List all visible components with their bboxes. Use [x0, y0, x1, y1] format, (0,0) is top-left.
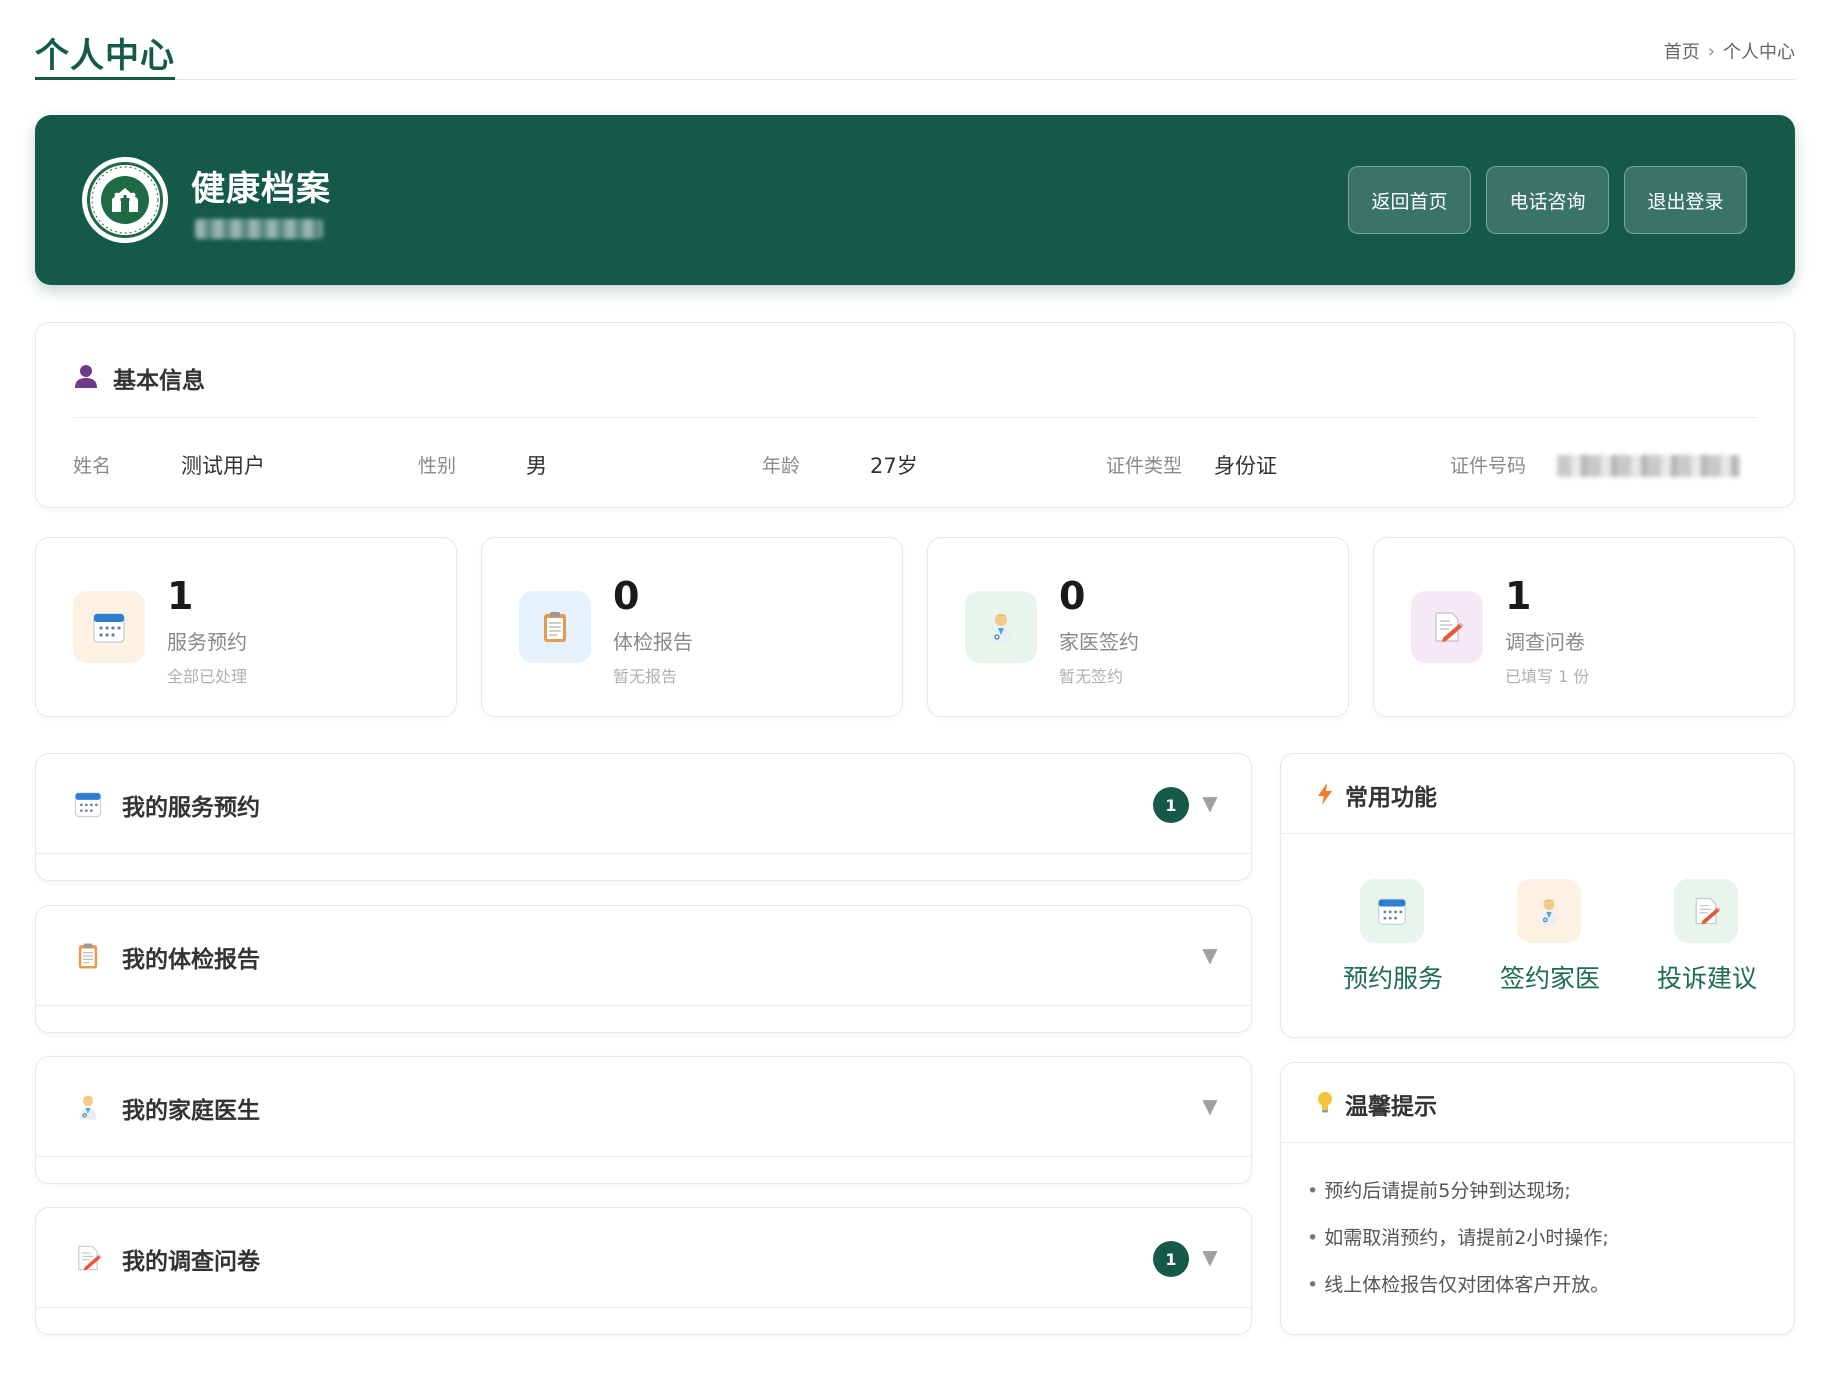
- breadcrumb-current: 个人中心: [1723, 42, 1795, 63]
- stat-note: 全部已处理: [167, 667, 248, 686]
- breadcrumb: 首页 › 个人中心: [1664, 38, 1795, 64]
- age-label: 年龄: [762, 455, 801, 477]
- memo-pencil-icon: [1411, 591, 1483, 663]
- quick-sign-doctor[interactable]: 签约家医: [1485, 879, 1615, 993]
- id-number-masked: [1557, 455, 1740, 477]
- quick-functions-title: 常用功能: [1345, 785, 1437, 811]
- chevron-down-icon[interactable]: ▼: [1199, 942, 1221, 968]
- page-title: 个人中心: [35, 28, 175, 80]
- basic-info-card: 基本信息 姓名 测试用户 性别 男 年龄 27岁 证件类型 身份证 证件号码: [35, 322, 1795, 508]
- banner-title: 健康档案: [191, 169, 331, 209]
- section-header[interactable]: 我的家庭医生 ▼: [36, 1057, 1251, 1157]
- stat-value: 1: [167, 574, 194, 618]
- memo-pencil-icon: [1674, 879, 1738, 943]
- tips-card: 温馨提示 预约后请提前5分钟到达现场; 如需取消预约，请提前2小时操作; 线上体…: [1280, 1062, 1795, 1335]
- id-type-label: 证件类型: [1106, 455, 1183, 477]
- basic-info-header: 基本信息: [73, 361, 205, 395]
- chevron-down-icon[interactable]: ▼: [1199, 790, 1221, 816]
- tip-item: 线上体检报告仅对团体客户开放。: [1307, 1262, 1609, 1309]
- section-my-surveys: 我的调查问卷 1 ▼: [35, 1207, 1252, 1335]
- section-my-family-doctor: 我的家庭医生 ▼: [35, 1056, 1252, 1184]
- stat-value: 0: [613, 574, 640, 618]
- doctor-icon: [1517, 879, 1581, 943]
- stat-label: 调查问卷: [1505, 630, 1585, 654]
- id-number-label: 证件号码: [1450, 455, 1527, 477]
- section-my-appointments: 我的服务预约 1 ▼: [35, 753, 1252, 881]
- breadcrumb-separator: ›: [1707, 40, 1715, 62]
- count-badge: 1: [1153, 1241, 1189, 1277]
- basic-info-fields: 姓名 测试用户 性别 男 年龄 27岁 证件类型 身份证 证件号码: [73, 445, 1758, 485]
- calendar-icon: [73, 591, 145, 663]
- divider: [73, 417, 1757, 418]
- stat-card-appointments[interactable]: 1 服务预约 全部已处理: [35, 537, 457, 717]
- page-header: 个人中心 首页 › 个人中心: [35, 28, 1795, 80]
- memo-pencil-icon: [72, 1242, 104, 1274]
- doctor-icon: [965, 591, 1037, 663]
- section-my-reports: 我的体检报告 ▼: [35, 905, 1252, 1033]
- quick-label: 预约服务: [1342, 964, 1443, 993]
- chevron-down-icon[interactable]: ▼: [1199, 1244, 1221, 1270]
- tips-header: 温馨提示: [1281, 1063, 1794, 1143]
- quick-functions-header: 常用功能: [1281, 754, 1794, 834]
- quick-label: 签约家医: [1499, 964, 1600, 993]
- health-record-banner: 健康档案 返回首页 电话咨询 退出登录: [35, 115, 1795, 285]
- clipboard-icon: [72, 940, 104, 972]
- stat-card-surveys[interactable]: 1 调查问卷 已填写 1 份: [1373, 537, 1795, 717]
- section-title: 我的体检报告: [122, 947, 260, 973]
- user-icon: [73, 363, 99, 393]
- age-value: 27岁: [870, 454, 918, 478]
- tips-list: 预约后请提前5分钟到达现场; 如需取消预约，请提前2小时操作; 线上体检报告仅对…: [1307, 1168, 1609, 1309]
- quick-functions-card: 常用功能 预约服务 签约家医 投诉建议: [1280, 753, 1795, 1038]
- stat-note: 暂无报告: [613, 667, 678, 686]
- section-header[interactable]: 我的体检报告 ▼: [36, 906, 1251, 1006]
- breadcrumb-home-link[interactable]: 首页: [1664, 38, 1700, 64]
- logout-button[interactable]: 退出登录: [1624, 166, 1747, 234]
- tip-item: 如需取消预约，请提前2小时操作;: [1307, 1215, 1609, 1262]
- stat-card-reports[interactable]: 0 体检报告 暂无报告: [481, 537, 903, 717]
- stat-value: 1: [1505, 574, 1532, 618]
- phone-consult-button[interactable]: 电话咨询: [1486, 166, 1609, 234]
- count-badge: 1: [1153, 787, 1189, 823]
- chevron-down-icon[interactable]: ▼: [1199, 1093, 1221, 1119]
- stat-label: 体检报告: [613, 630, 693, 654]
- section-title: 我的调查问卷: [122, 1249, 260, 1275]
- quick-label: 投诉建议: [1656, 964, 1757, 993]
- id-type-value: 身份证: [1214, 454, 1277, 478]
- section-header[interactable]: 我的服务预约 1 ▼: [36, 754, 1251, 854]
- section-header[interactable]: 我的调查问卷 1 ▼: [36, 1208, 1251, 1308]
- banner-actions: 返回首页 电话咨询 退出登录: [1348, 166, 1747, 234]
- gender-label: 性别: [418, 455, 457, 477]
- basic-info-title: 基本信息: [113, 368, 205, 394]
- quick-complaint[interactable]: 投诉建议: [1642, 879, 1772, 993]
- calendar-icon: [1360, 879, 1424, 943]
- stat-note: 已填写 1 份: [1505, 667, 1590, 686]
- clipboard-icon: [519, 591, 591, 663]
- community-health-center-logo-icon: [82, 157, 168, 243]
- quick-book-service[interactable]: 预约服务: [1328, 879, 1458, 993]
- tip-item: 预约后请提前5分钟到达现场;: [1307, 1168, 1609, 1215]
- name-value: 测试用户: [181, 454, 265, 478]
- stat-note: 暂无签约: [1059, 667, 1124, 686]
- calendar-icon: [72, 788, 104, 820]
- gender-value: 男: [526, 454, 547, 478]
- stat-card-family-doctor[interactable]: 0 家医签约 暂无签约: [927, 537, 1349, 717]
- tips-title: 温馨提示: [1345, 1094, 1437, 1120]
- lightning-icon: [1313, 782, 1337, 806]
- back-home-button[interactable]: 返回首页: [1348, 166, 1471, 234]
- section-title: 我的家庭医生: [122, 1098, 260, 1124]
- lightbulb-icon: [1313, 1091, 1337, 1115]
- doctor-icon: [72, 1091, 104, 1123]
- stat-value: 0: [1059, 574, 1086, 618]
- banner-subtitle-masked: [195, 219, 323, 239]
- section-title: 我的服务预约: [122, 795, 260, 821]
- stat-label: 家医签约: [1059, 630, 1139, 654]
- stat-label: 服务预约: [167, 630, 247, 654]
- name-label: 姓名: [73, 455, 112, 477]
